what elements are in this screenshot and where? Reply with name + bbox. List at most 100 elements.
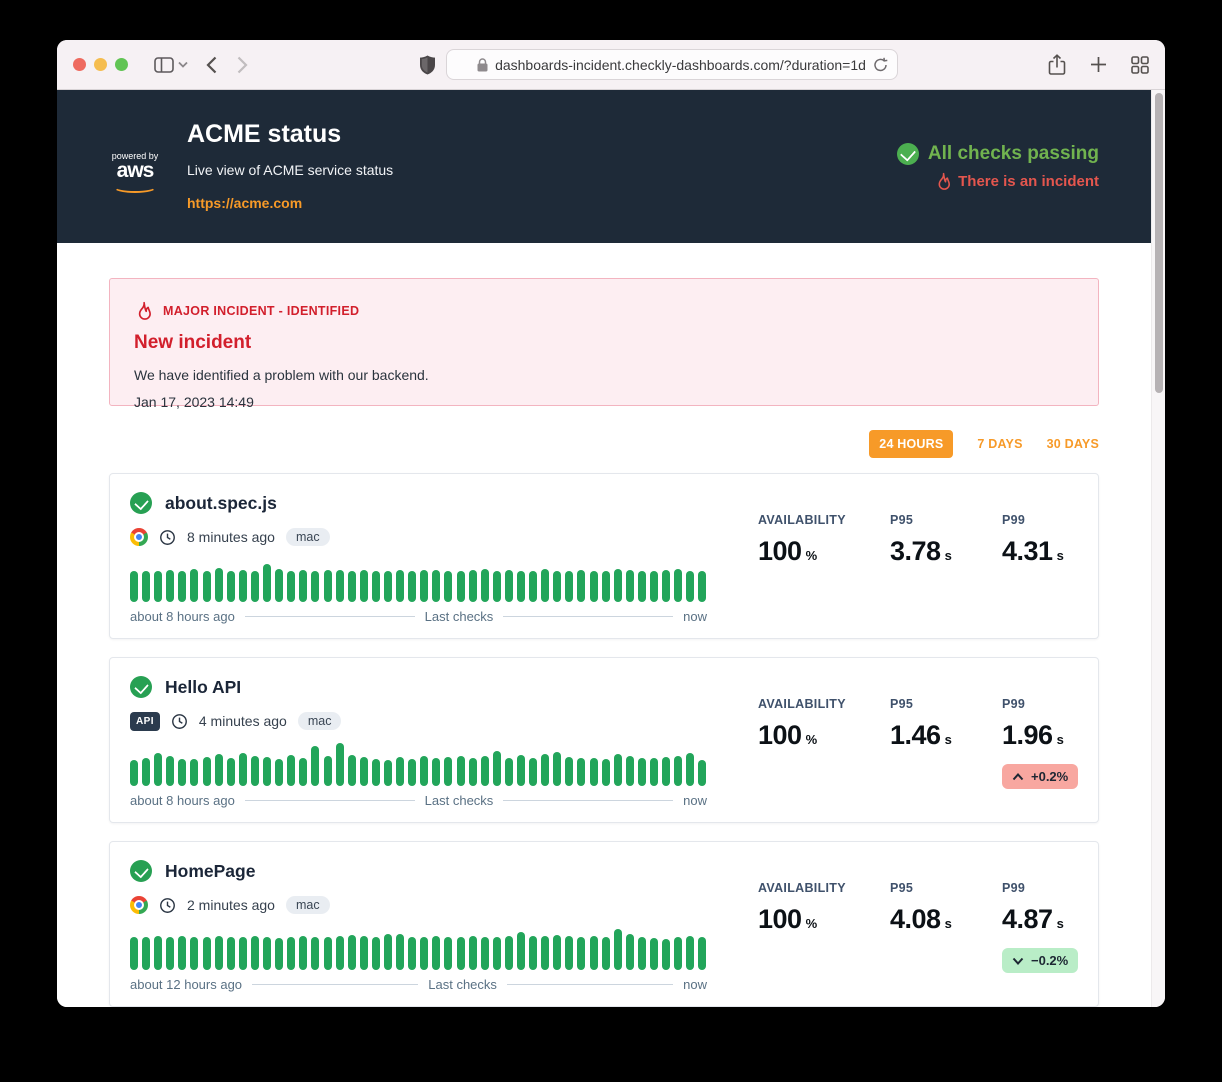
- status-bar[interactable]: [263, 564, 271, 602]
- status-bar[interactable]: [348, 755, 356, 786]
- status-bar[interactable]: [614, 569, 622, 602]
- status-bar[interactable]: [372, 937, 380, 970]
- status-bar[interactable]: [130, 760, 138, 786]
- tab-overview-icon[interactable]: [1131, 56, 1149, 74]
- status-bar[interactable]: [638, 758, 646, 786]
- status-bar[interactable]: [324, 937, 332, 970]
- status-bar[interactable]: [142, 758, 150, 786]
- status-bar[interactable]: [481, 937, 489, 970]
- status-bar[interactable]: [396, 757, 404, 786]
- status-bar[interactable]: [227, 937, 235, 970]
- status-bar[interactable]: [215, 754, 223, 786]
- status-bar[interactable]: [481, 756, 489, 786]
- status-bar[interactable]: [154, 753, 162, 786]
- status-bar[interactable]: [190, 759, 198, 786]
- status-bar[interactable]: [420, 756, 428, 786]
- status-bar[interactable]: [505, 570, 513, 602]
- status-bar[interactable]: [372, 571, 380, 602]
- address-bar[interactable]: dashboards-incident.checkly-dashboards.c…: [446, 49, 898, 80]
- status-bar[interactable]: [481, 569, 489, 602]
- status-bar[interactable]: [324, 756, 332, 786]
- status-bar[interactable]: [287, 937, 295, 970]
- status-bar[interactable]: [239, 753, 247, 786]
- status-bar[interactable]: [299, 570, 307, 602]
- status-bar[interactable]: [505, 758, 513, 786]
- status-bar[interactable]: [420, 570, 428, 602]
- status-bar[interactable]: [336, 743, 344, 786]
- status-bar[interactable]: [553, 571, 561, 602]
- status-bar[interactable]: [299, 936, 307, 970]
- status-bar[interactable]: [686, 571, 694, 602]
- status-bar[interactable]: [130, 937, 138, 970]
- status-bar[interactable]: [178, 936, 186, 970]
- status-bar[interactable]: [469, 570, 477, 602]
- status-bar[interactable]: [203, 571, 211, 602]
- status-bar[interactable]: [626, 934, 634, 970]
- status-bar[interactable]: [517, 755, 525, 786]
- status-bar[interactable]: [166, 937, 174, 970]
- back-button[interactable]: [206, 56, 217, 74]
- status-bar[interactable]: [650, 758, 658, 786]
- status-bar[interactable]: [239, 937, 247, 970]
- status-bar[interactable]: [626, 756, 634, 786]
- range-7-days-button[interactable]: 7 DAYS: [977, 437, 1022, 451]
- status-bar[interactable]: [396, 934, 404, 970]
- status-bar[interactable]: [602, 937, 610, 970]
- status-bar[interactable]: [493, 751, 501, 786]
- status-bar[interactable]: [517, 571, 525, 602]
- status-bar[interactable]: [517, 932, 525, 970]
- scrollbar-track[interactable]: [1151, 90, 1165, 1007]
- status-bar[interactable]: [287, 571, 295, 602]
- status-bar[interactable]: [553, 752, 561, 786]
- status-bar[interactable]: [360, 757, 368, 786]
- status-bar[interactable]: [674, 937, 682, 970]
- status-bar[interactable]: [565, 936, 573, 970]
- minimize-button[interactable]: [94, 58, 107, 71]
- share-icon[interactable]: [1048, 54, 1066, 76]
- range-30-days-button[interactable]: 30 DAYS: [1047, 437, 1099, 451]
- status-bar[interactable]: [553, 935, 561, 970]
- status-bar[interactable]: [444, 937, 452, 970]
- scrollbar-thumb[interactable]: [1155, 93, 1163, 393]
- status-bar[interactable]: [263, 757, 271, 786]
- status-bar[interactable]: [154, 936, 162, 970]
- status-bar[interactable]: [384, 760, 392, 786]
- status-bar[interactable]: [626, 570, 634, 602]
- status-bar[interactable]: [203, 757, 211, 786]
- sidebar-chevron-down-icon[interactable]: [178, 61, 188, 68]
- status-bar[interactable]: [360, 936, 368, 970]
- status-bar-chart[interactable]: [130, 926, 707, 970]
- status-bar[interactable]: [432, 936, 440, 970]
- status-bar[interactable]: [457, 756, 465, 786]
- status-bar[interactable]: [602, 759, 610, 786]
- status-bar[interactable]: [444, 757, 452, 786]
- status-bar[interactable]: [324, 570, 332, 602]
- status-bar[interactable]: [360, 570, 368, 602]
- status-bar[interactable]: [541, 569, 549, 602]
- sidebar-toggle-icon[interactable]: [154, 57, 174, 73]
- status-bar[interactable]: [529, 758, 537, 786]
- status-bar[interactable]: [565, 571, 573, 602]
- status-bar[interactable]: [602, 571, 610, 602]
- status-bar[interactable]: [698, 937, 706, 970]
- status-bar[interactable]: [614, 754, 622, 786]
- status-bar[interactable]: [493, 937, 501, 970]
- status-bar[interactable]: [565, 757, 573, 786]
- status-bar[interactable]: [311, 937, 319, 970]
- status-bar[interactable]: [577, 758, 585, 786]
- status-bar[interactable]: [396, 570, 404, 602]
- status-bar[interactable]: [154, 571, 162, 602]
- status-bar[interactable]: [541, 754, 549, 786]
- status-bar[interactable]: [166, 570, 174, 602]
- status-bar[interactable]: [203, 937, 211, 970]
- status-bar[interactable]: [529, 571, 537, 602]
- status-bar[interactable]: [674, 569, 682, 602]
- status-bar[interactable]: [650, 938, 658, 970]
- status-bar[interactable]: [275, 938, 283, 970]
- range-24-hours-button[interactable]: 24 HOURS: [869, 430, 953, 458]
- status-bar[interactable]: [251, 936, 259, 970]
- status-bar[interactable]: [662, 570, 670, 602]
- new-tab-icon[interactable]: [1090, 56, 1107, 73]
- status-bar[interactable]: [190, 569, 198, 602]
- status-bar[interactable]: [541, 936, 549, 970]
